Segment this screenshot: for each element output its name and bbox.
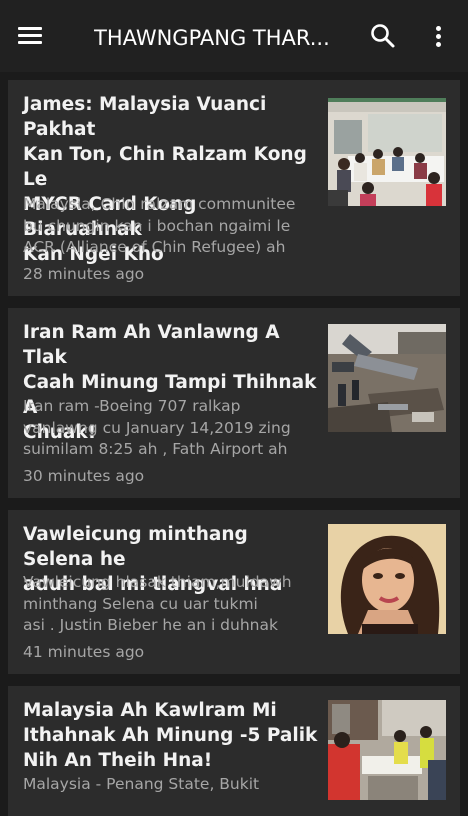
news-card[interactable]: Vawleicung minthang Selena he aduh bal m… xyxy=(8,510,460,674)
search-icon[interactable] xyxy=(366,20,402,52)
article-description: Vawleicung hlasak thiam,muidawh minthang… xyxy=(23,573,292,634)
article-thumbnail xyxy=(328,524,446,634)
news-card[interactable]: James: Malaysia Vuanci Pakhat Kan Ton, C… xyxy=(8,80,460,296)
news-card[interactable]: Iran Ram Ah Vanlawng A Tlak Caah Minung … xyxy=(8,308,460,498)
article-time: 30 minutes ago xyxy=(23,467,145,485)
article-thumbnail xyxy=(328,324,446,432)
menu-icon[interactable] xyxy=(14,22,48,50)
news-card[interactable]: Malaysia Ah Kawlram Mi Ithahnak Ah Minun… xyxy=(8,686,460,816)
app-title: THAWNGPANG THAR... xyxy=(94,26,330,50)
article-title: Malaysia Ah Kawlram Mi Ithahnak Ah Minun… xyxy=(23,700,318,771)
article-description: Malaysia, Chin ralzam communitee bu chun… xyxy=(23,195,296,256)
app-bar: THAWNGPANG THAR... xyxy=(0,0,468,72)
article-time: 41 minutes ago xyxy=(23,643,145,661)
article-thumbnail xyxy=(328,700,446,800)
article-description: Iran ram -Boeing 707 ralkap vanlawng cu … xyxy=(23,397,291,458)
article-thumbnail xyxy=(328,98,446,206)
article-description: Malaysia - Penang State, Bukit xyxy=(23,775,260,793)
more-vert-icon[interactable] xyxy=(424,20,452,52)
article-time: 28 minutes ago xyxy=(23,265,145,283)
